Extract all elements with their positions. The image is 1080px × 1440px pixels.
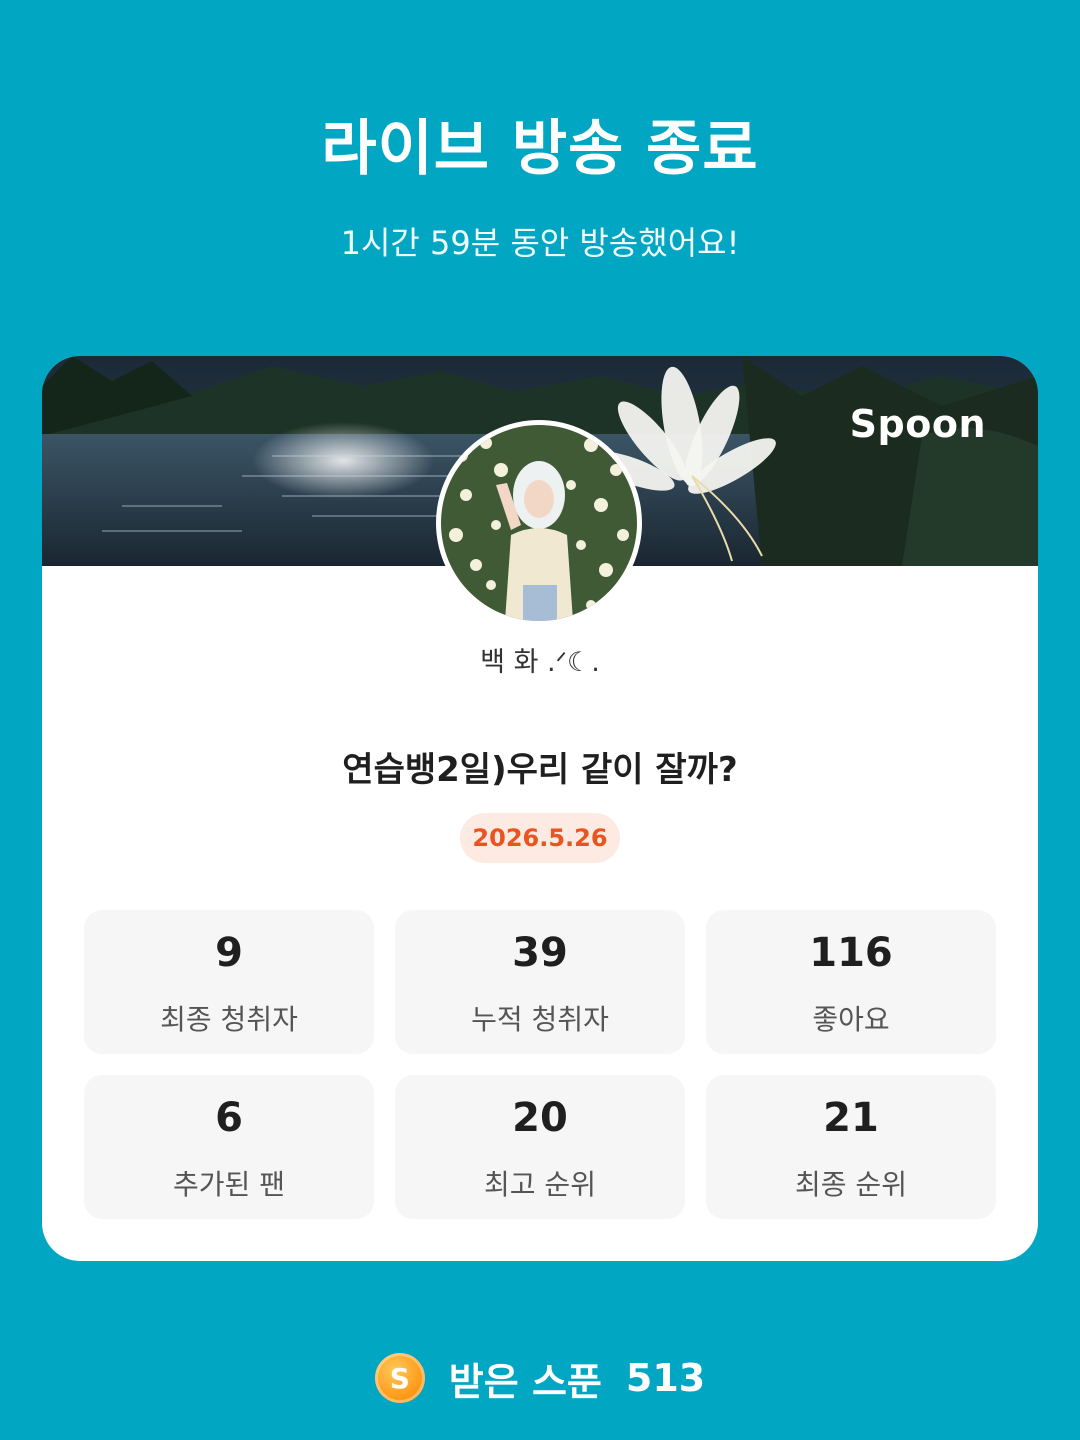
stat-value: 116: [809, 930, 893, 976]
received-spoons-value: 513: [625, 1356, 706, 1400]
stat-likes: 116 좋아요: [706, 910, 996, 1054]
stat-label: 최종 청취자: [160, 1003, 298, 1036]
broadcast-title: 연습뱅2일)우리 같이 잘까?: [342, 750, 738, 790]
stat-value: 9: [215, 930, 243, 976]
stat-best-rank: 20 최고 순위: [395, 1075, 685, 1219]
stats-grid: 9 최종 청취자 39 누적 청취자 116 좋아요 6 추가된 팬 20 최고…: [84, 910, 996, 1219]
stat-label: 좋아요: [812, 1003, 890, 1036]
date-badge: 2026.5.26: [460, 813, 620, 863]
avatar: [436, 420, 642, 626]
received-spoons-label: 받은 스푼: [448, 1359, 602, 1404]
stat-value: 21: [823, 1095, 879, 1141]
stat-label: 추가된 팬: [173, 1168, 285, 1201]
stat-value: 20: [512, 1095, 568, 1141]
broadcast-duration: 1시간 59분 동안 방송했어요!: [340, 224, 740, 262]
stat-value: 39: [512, 930, 568, 976]
page-title: 라이브 방송 종료: [321, 114, 759, 184]
spoon-coin-icon: S: [374, 1353, 425, 1403]
stat-label: 누적 청취자: [471, 1003, 609, 1036]
nickname: 백 화 .ᐟ☾.: [480, 647, 600, 678]
stat-value: 6: [215, 1095, 243, 1141]
stat-label: 최종 순위: [795, 1168, 907, 1201]
stat-total-listeners: 39 누적 청취자: [395, 910, 685, 1054]
spoon-logo: Spoon: [849, 402, 986, 446]
stat-new-fans: 6 추가된 팬: [84, 1075, 374, 1219]
stat-final-listeners: 9 최종 청취자: [84, 910, 374, 1054]
received-spoons: S 받은 스푼 513: [0, 1350, 1080, 1406]
stat-final-rank: 21 최종 순위: [706, 1075, 996, 1219]
broadcast-summary-card: Spoon 백 화 .ᐟ☾. 연습뱅2일)우리 같이 잘까? 2026.5.26…: [42, 356, 1038, 1261]
stat-label: 최고 순위: [484, 1168, 596, 1201]
